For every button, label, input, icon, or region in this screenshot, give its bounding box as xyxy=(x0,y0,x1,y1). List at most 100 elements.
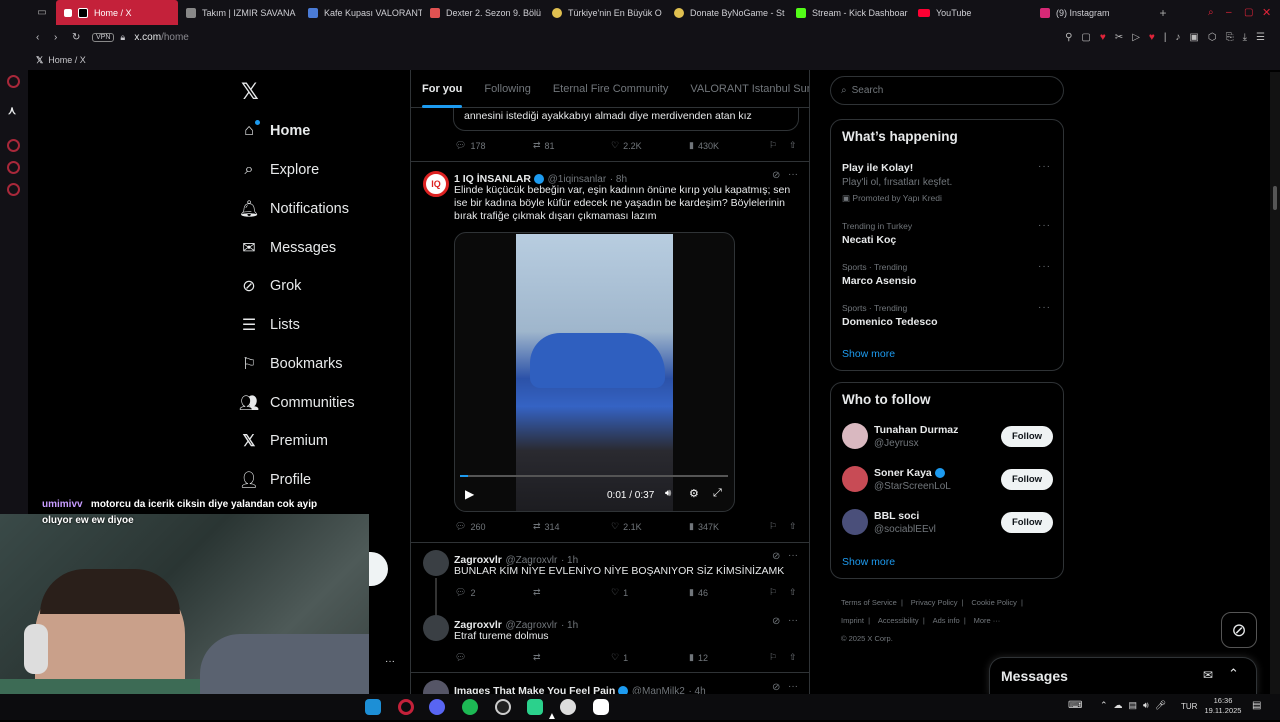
sidebar-messenger-icon[interactable] xyxy=(7,75,20,88)
scrollbar-thumb[interactable] xyxy=(1273,186,1277,210)
tab-turkiye[interactable]: Türkiye'nin En Büyük O xyxy=(544,0,666,25)
like-button[interactable]: ♡ 2.1K xyxy=(611,521,689,532)
grok-icon[interactable]: ⊘ xyxy=(772,616,780,627)
close-icon[interactable]: ✕ xyxy=(1262,6,1280,19)
footer-link[interactable]: Cookie Policy xyxy=(971,598,1016,607)
tab-youtube[interactable]: YouTube xyxy=(910,0,1032,25)
views-button[interactable]: ▮ 46 xyxy=(689,587,769,598)
play-icon[interactable]: ▶ xyxy=(465,487,474,501)
nav-communities[interactable]: 👥︎ Communities xyxy=(239,388,355,418)
avatar[interactable] xyxy=(842,509,868,535)
tab-for-you[interactable]: For you xyxy=(411,70,473,108)
new-tab-icon[interactable]: + xyxy=(1154,6,1172,20)
repost-button[interactable]: ⇄ 314 xyxy=(533,521,611,532)
reply-button[interactable]: 💬︎ 260 xyxy=(455,521,533,532)
grok-button[interactable]: ⊘ xyxy=(1221,612,1257,648)
suggested-user-name[interactable]: Soner Kaya xyxy=(874,467,945,479)
reply-button[interactable]: 💬︎ 2 xyxy=(455,587,533,598)
more-icon[interactable]: ··· xyxy=(1038,161,1051,172)
show-more-link[interactable]: Show more xyxy=(842,348,895,360)
follow-button[interactable]: Follow xyxy=(1001,469,1053,490)
nav-lists[interactable]: ☰ Lists xyxy=(240,310,300,340)
clock[interactable]: 16:36 19.11.2025 xyxy=(1203,696,1243,716)
grok-icon[interactable]: ⊘ xyxy=(772,682,780,693)
repost-button[interactable]: ⇄ xyxy=(533,587,611,598)
tab-following[interactable]: Following xyxy=(473,70,541,108)
fullscreen-icon[interactable]: ⤢ xyxy=(713,487,722,500)
views-button[interactable]: ▮ 12 xyxy=(689,652,769,663)
share-icon[interactable]: ⇧ xyxy=(789,652,797,663)
sidebar-clock-icon[interactable] xyxy=(7,161,20,174)
views-button[interactable]: ▮ 430K xyxy=(689,140,769,151)
avatar[interactable] xyxy=(423,550,449,576)
show-more-link[interactable]: Show more xyxy=(842,556,895,568)
promo-title[interactable]: Play ile Kolay! xyxy=(842,162,913,174)
nav-messages[interactable]: ✉ Messages xyxy=(240,233,336,263)
forward-icon[interactable]: › xyxy=(54,32,72,43)
bookmark-icon[interactable]: ⚐ xyxy=(769,521,789,532)
account-more-icon[interactable]: ··· xyxy=(385,656,395,667)
footer-link[interactable]: Ads info xyxy=(933,616,960,625)
more-icon[interactable]: ··· xyxy=(788,169,798,180)
more-icon[interactable]: ··· xyxy=(788,681,798,692)
share-icon[interactable]: ⇧ xyxy=(789,587,797,598)
tab-kafe-kupasi[interactable]: Kafe Kupası VALORANT xyxy=(300,0,422,25)
tab-izmir-savana[interactable]: Takım | IZMIR SAVANA xyxy=(178,0,300,25)
minimize-icon[interactable]: – xyxy=(1226,7,1244,18)
suggested-user-name[interactable]: BBL soci xyxy=(874,510,919,522)
suggested-user-name[interactable]: Tunahan Durmaz xyxy=(874,424,958,436)
share-icon[interactable]: ⇧ xyxy=(789,521,797,532)
keyboard-icon[interactable]: ⌨ xyxy=(1068,700,1082,711)
tab-dexter[interactable]: Dexter 2. Sezon 9. Bölü xyxy=(422,0,544,25)
grok-icon[interactable]: ⊘ xyxy=(772,551,780,562)
steam-icon[interactable] xyxy=(495,699,511,715)
reload-icon[interactable]: ↻ xyxy=(72,32,92,43)
repost-button[interactable]: ⇄ 81 xyxy=(533,140,611,151)
avatar[interactable]: IQ xyxy=(423,171,449,197)
trend-item[interactable]: Necati Koç xyxy=(842,234,896,246)
more-icon[interactable]: ··· xyxy=(1038,302,1051,313)
more-icon[interactable]: ··· xyxy=(788,615,798,626)
expand-icon[interactable]: ⌃ xyxy=(1228,666,1239,682)
search-tabs-icon[interactable]: ⌕ xyxy=(1208,7,1226,18)
edge-icon[interactable] xyxy=(365,699,381,715)
avatar[interactable] xyxy=(423,615,449,641)
app-icon[interactable] xyxy=(560,699,576,715)
nav-grok[interactable]: ⊘ Grok xyxy=(240,271,301,301)
footer-link[interactable]: Terms of Service xyxy=(841,598,897,607)
like-button[interactable]: ♡ 1 xyxy=(611,652,689,663)
more-icon[interactable]: ··· xyxy=(788,550,798,561)
x-logo-icon[interactable]: 𝕏 xyxy=(241,80,259,105)
nav-premium[interactable]: 𝕏 Premium xyxy=(240,426,328,456)
share-icon[interactable]: ⇧ xyxy=(789,140,797,151)
url-path[interactable]: /home xyxy=(161,32,189,43)
video-player[interactable]: ▶ 0:01 / 0:37 🔊︎ ⚙ ⤢ xyxy=(454,232,735,512)
language-indicator[interactable]: TUR xyxy=(1181,702,1197,711)
avatar[interactable] xyxy=(842,423,868,449)
tab-valorant-istanbul[interactable]: VALORANT Istanbul Sunucusu xyxy=(679,70,809,108)
messages-drawer[interactable]: Messages ✉ ⌃ xyxy=(989,657,1257,695)
bookmark-icon[interactable]: ⚐ xyxy=(769,140,789,151)
follow-button[interactable]: Follow xyxy=(1001,426,1053,447)
post-button-partial[interactable] xyxy=(369,552,388,586)
more-icon[interactable]: ··· xyxy=(1038,220,1051,231)
sidebar-history-icon[interactable] xyxy=(7,139,20,152)
tab-donate[interactable]: Donate ByNoGame - St xyxy=(666,0,788,25)
app2-icon[interactable] xyxy=(593,699,609,715)
nav-explore[interactable]: ⌕ Explore xyxy=(240,155,320,185)
toolbar-icons[interactable]: ⚲▢♥✂▷♥|♪▣⬡⎘⤓☰ xyxy=(1065,32,1280,43)
spotify-icon[interactable] xyxy=(462,699,478,715)
opera-icon[interactable] xyxy=(398,699,414,715)
nav-notifications[interactable]: 🔔︎ Notifications xyxy=(239,194,349,224)
volume-icon[interactable]: 🔊︎ xyxy=(665,488,671,499)
vpn-badge[interactable]: VPN xyxy=(92,33,115,42)
bookmark-icon[interactable]: ⚐ xyxy=(769,587,789,598)
grok-icon[interactable]: ⊘ xyxy=(772,170,780,181)
like-button[interactable]: ♡ 2.2K xyxy=(611,140,689,151)
search-box[interactable]: ⌕ Search xyxy=(830,76,1064,105)
maximize-icon[interactable]: ▢ xyxy=(1244,7,1262,18)
sidebar-x-icon[interactable]: ⋏ xyxy=(8,104,16,117)
reply-button[interactable]: 💬︎ 178 xyxy=(455,140,533,151)
sidebar-settings-icon[interactable] xyxy=(7,183,20,196)
nav-profile[interactable]: 👤︎ Profile xyxy=(239,465,311,495)
